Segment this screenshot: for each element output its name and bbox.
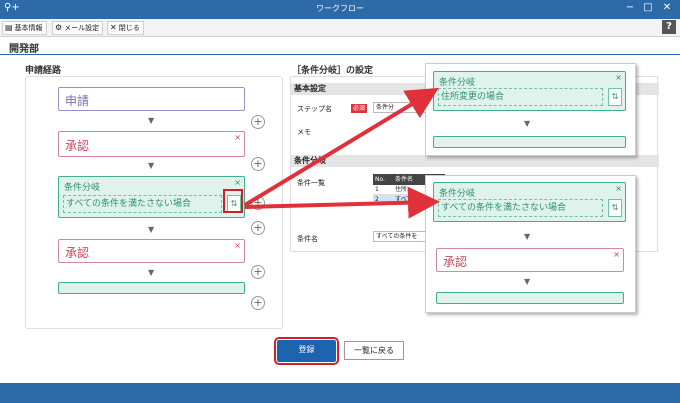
title-bar: ⚲+ ワークフロー − □ ✕	[0, 0, 680, 19]
apply-step-label: 申請	[65, 94, 90, 108]
row-name: すべての	[395, 196, 419, 203]
branch-step[interactable]: 条件分岐 × すべての条件を満たさない場合 ⇅	[58, 176, 245, 218]
col-name: 条件名	[395, 176, 414, 183]
row-no: 1	[375, 186, 379, 193]
col-no: No.	[375, 176, 385, 183]
toolbar: ▤ 基本情報 ⚙ メール設定 ✕ 閉じる	[0, 19, 680, 37]
route-section-title: 申請経路	[25, 66, 62, 76]
preview-branch-label: 条件分岐	[439, 189, 476, 199]
remove-branch-icon[interactable]: ×	[234, 178, 241, 187]
condition-name-input[interactable]: すべての条件を	[373, 231, 428, 242]
approve-step-1[interactable]: 承認 ×	[58, 131, 245, 157]
preview-branch-step-1: 条件分岐 × 住所変更の場合 ⇅	[433, 71, 626, 111]
page-title: 開発部	[9, 44, 39, 55]
branch-step-label: 条件分岐	[64, 183, 101, 193]
remove-branch-icon: ×	[615, 184, 622, 193]
arrow-down-icon: ▼	[148, 116, 155, 125]
memo-label: メモ	[297, 128, 311, 136]
preview-condition: すべての条件を満たさない場合	[438, 199, 603, 217]
sort-icon: ⇅	[608, 199, 622, 217]
arrow-down-icon: ▼	[524, 277, 531, 286]
preview-end-bar	[436, 292, 624, 304]
preview-popup-1: 条件分岐 × 住所変更の場合 ⇅ ▼	[425, 63, 636, 156]
close-page-label: 閉じる	[118, 24, 140, 32]
add-step-button[interactable]: +	[251, 265, 265, 279]
add-step-button[interactable]: +	[251, 157, 265, 171]
gear-icon: ⚙	[55, 23, 63, 32]
approve-step-2[interactable]: 承認 ×	[58, 239, 245, 263]
branch-condition[interactable]: すべての条件を満たさない場合	[63, 195, 222, 213]
arrow-down-icon: ▼	[148, 268, 155, 277]
sort-icon: ⇅	[608, 88, 622, 106]
add-step-button[interactable]: +	[251, 296, 265, 310]
close-window-button[interactable]: ✕	[659, 2, 675, 13]
preview-condition: 住所変更の場合	[438, 88, 603, 106]
branch-end-bar	[58, 282, 245, 294]
approve-step-2-label: 承認	[65, 246, 90, 260]
register-button[interactable]: 登録	[274, 337, 339, 365]
preview-approve-label: 承認	[443, 255, 468, 269]
remove-step-icon: ×	[613, 250, 620, 259]
preview-end-bar	[433, 136, 626, 148]
required-badge: 必須	[351, 104, 368, 113]
basic-info-label: 基本情報	[14, 24, 43, 32]
page-header: 開発部	[0, 37, 680, 55]
sort-highlight	[223, 189, 243, 213]
approve-step-1-label: 承認	[65, 139, 90, 153]
step-name-label: ステップ名	[297, 105, 332, 113]
preview-branch-label: 条件分岐	[439, 78, 476, 88]
settings-title: ［条件分岐］の設定	[292, 66, 374, 76]
close-page-button[interactable]: ✕ 閉じる	[107, 21, 144, 35]
row-name: 住所	[395, 186, 408, 193]
mail-settings-label: メール設定	[64, 24, 100, 32]
condition-list-label: 条件一覧	[297, 179, 325, 187]
window-title: ワークフロー	[316, 4, 364, 13]
remove-step-icon[interactable]: ×	[234, 241, 241, 250]
arrow-down-icon: ▼	[524, 119, 531, 128]
remove-step-icon[interactable]: ×	[234, 133, 241, 142]
back-to-list-button[interactable]: 一覧に戻る	[344, 341, 404, 360]
footer-bar	[0, 383, 680, 403]
close-icon: ✕	[110, 23, 117, 32]
add-step-button[interactable]: +	[251, 115, 265, 129]
preview-approve-step: 承認 ×	[436, 248, 624, 272]
document-icon: ▤	[5, 23, 13, 32]
arrow-down-icon: ▼	[148, 225, 155, 234]
preview-branch-step-2: 条件分岐 × すべての条件を満たさない場合 ⇅	[433, 182, 626, 222]
arrow-down-icon: ▼	[148, 161, 155, 170]
row-no: 2	[375, 196, 379, 203]
step-name-input[interactable]: 条件分	[373, 102, 433, 113]
mail-settings-button[interactable]: ⚙ メール設定	[52, 21, 104, 35]
minimize-button[interactable]: −	[622, 2, 638, 13]
condition-header: 条件分岐	[291, 155, 659, 167]
basic-info-button[interactable]: ▤ 基本情報	[2, 21, 47, 35]
apply-step[interactable]: 申請	[58, 87, 245, 111]
help-button[interactable]: ?	[662, 20, 676, 34]
add-step-button[interactable]: +	[251, 196, 265, 210]
condition-name-label: 条件名	[297, 235, 318, 243]
maximize-button[interactable]: □	[640, 2, 656, 13]
add-step-button[interactable]: +	[251, 221, 265, 235]
arrow-down-icon: ▼	[524, 232, 531, 241]
preview-popup-2: 条件分岐 × すべての条件を満たさない場合 ⇅ ▼ 承認 × ▼	[425, 175, 636, 313]
remove-branch-icon: ×	[615, 73, 622, 82]
